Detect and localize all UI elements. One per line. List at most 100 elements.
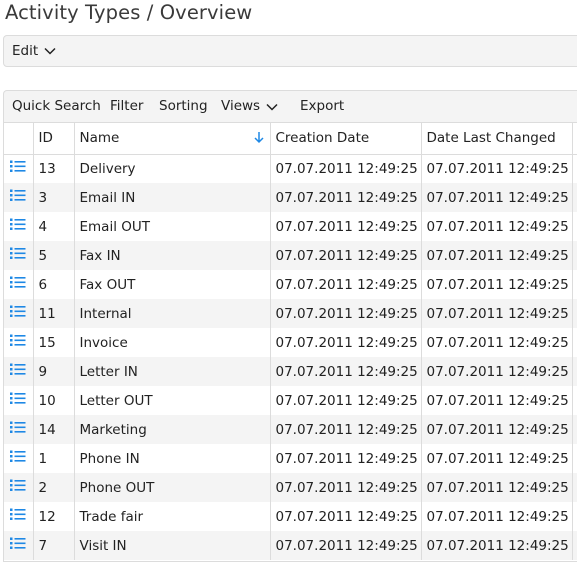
cell-id: 9: [33, 357, 75, 386]
page-title: Activity Types / Overview: [5, 1, 253, 24]
cell-creation-date: 07.07.2011 12:49:25: [270, 386, 422, 415]
activity-types-grid: ID Name Creation Date Date Last Changed …: [3, 122, 577, 562]
list-details-icon[interactable]: [10, 450, 26, 467]
table-row[interactable]: 6 Fax OUT 07.07.2011 12:49:25 07.07.2011 12…: [4, 270, 577, 299]
row-icon-header: [4, 123, 34, 155]
table-row[interactable]: 2 Phone OUT 07.07.2011 12:49:25 07.07.2011 …: [4, 473, 577, 502]
row-details-cell: [4, 270, 34, 299]
cell-date-last-changed: 07.07.2011 12:49:25: [421, 299, 573, 328]
cell-date-last-changed: 07.07.2011 12:49:25: [421, 183, 573, 212]
column-header-id[interactable]: ID: [33, 123, 75, 155]
cell-name: Letter OUT: [74, 386, 271, 415]
list-details-icon[interactable]: [10, 276, 26, 293]
table-row[interactable]: 12 Trade fair 07.07.2011 12:49:25 07.07.201…: [4, 502, 577, 531]
table-row[interactable]: 10 Letter OUT 07.07.2011 12:49:25 07.07.201…: [4, 386, 577, 415]
cell-filler: [572, 473, 577, 502]
cell-name: Email OUT: [74, 212, 271, 241]
cell-name: Internal: [74, 299, 271, 328]
cell-date-last-changed: 07.07.2011 12:49:25: [421, 415, 573, 444]
list-details-icon[interactable]: [10, 305, 26, 322]
column-header-date-last-changed[interactable]: Date Last Changed: [421, 123, 573, 155]
row-details-cell: [4, 386, 34, 415]
table-row[interactable]: 7 Visit IN 07.07.2011 12:49:25 07.07.2011 1…: [4, 531, 577, 560]
filter-button[interactable]: Filter: [110, 91, 143, 122]
table-row[interactable]: 1 Phone IN 07.07.2011 12:49:25 07.07.2011 1…: [4, 444, 577, 473]
views-label: Views: [221, 98, 261, 114]
quick-search-button[interactable]: Quick Search: [12, 91, 101, 122]
list-details-icon[interactable]: [10, 508, 26, 525]
cell-date-last-changed: 07.07.2011 12:49:25: [421, 357, 573, 386]
list-details-icon[interactable]: [10, 537, 26, 554]
list-details-icon[interactable]: [10, 247, 26, 264]
cell-name: Visit IN: [74, 531, 271, 560]
table-row[interactable]: 14 Marketing 07.07.2011 12:49:25 07.07.2011…: [4, 415, 577, 444]
list-details-icon[interactable]: [10, 189, 26, 206]
cell-name: Phone OUT: [74, 473, 271, 502]
list-details-icon[interactable]: [10, 363, 26, 380]
list-details-icon[interactable]: [10, 479, 26, 496]
list-details-icon[interactable]: [10, 421, 26, 438]
chevron-down-icon: [266, 103, 278, 111]
row-details-cell: [4, 299, 34, 328]
column-header-name-label: Name: [79, 130, 120, 147]
table-row[interactable]: 5 Fax IN 07.07.2011 12:49:25 07.07.2011 12:…: [4, 241, 577, 270]
row-details-cell: [4, 444, 34, 473]
cell-filler: [572, 299, 577, 328]
cell-creation-date: 07.07.2011 12:49:25: [270, 473, 422, 502]
cell-creation-date: 07.07.2011 12:49:25: [270, 502, 422, 531]
cell-creation-date: 07.07.2011 12:49:25: [270, 415, 422, 444]
cell-name: Trade fair: [74, 502, 271, 531]
cell-id: 4: [33, 212, 75, 241]
cell-id: 11: [33, 299, 75, 328]
cell-name: Fax IN: [74, 241, 271, 270]
export-button[interactable]: Export: [300, 91, 344, 122]
cell-name: Phone IN: [74, 444, 271, 473]
edit-menu-button[interactable]: Edit: [12, 36, 56, 66]
list-details-icon[interactable]: [10, 334, 26, 351]
cell-creation-date: 07.07.2011 12:49:25: [270, 299, 422, 328]
cell-date-last-changed: 07.07.2011 12:49:25: [421, 386, 573, 415]
table-row[interactable]: 9 Letter IN 07.07.2011 12:49:25 07.07.2011 …: [4, 357, 577, 386]
cell-filler: [572, 415, 577, 444]
cell-creation-date: 07.07.2011 12:49:25: [270, 154, 422, 183]
edit-bar: Edit: [3, 35, 577, 67]
sorting-label: Sorting: [159, 98, 208, 114]
table-row[interactable]: 15 Invoice 07.07.2011 12:49:25 07.07.2011 1…: [4, 328, 577, 357]
cell-id: 7: [33, 531, 75, 560]
sorting-button[interactable]: Sorting: [159, 91, 208, 122]
table-row[interactable]: 11 Internal 07.07.2011 12:49:25 07.07.2011 …: [4, 299, 577, 328]
cell-date-last-changed: 07.07.2011 12:49:25: [421, 270, 573, 299]
quick-search-label: Quick Search: [12, 98, 101, 114]
cell-id: 6: [33, 270, 75, 299]
cell-filler: [572, 270, 577, 299]
table-header-row: ID Name Creation Date Date Last Changed: [4, 123, 577, 155]
grid-toolbar: Quick Search Filter Sorting Views Export: [3, 90, 577, 122]
table-row[interactable]: 3 Email IN 07.07.2011 12:49:25 07.07.2011 1…: [4, 183, 577, 212]
column-header-name[interactable]: Name: [74, 123, 271, 155]
cell-creation-date: 07.07.2011 12:49:25: [270, 212, 422, 241]
cell-name: Fax OUT: [74, 270, 271, 299]
row-details-cell: [4, 357, 34, 386]
table-row[interactable]: 13 Delivery 07.07.2011 12:49:25 07.07.2011 …: [4, 154, 577, 183]
list-details-icon[interactable]: [10, 218, 26, 235]
cell-date-last-changed: 07.07.2011 12:49:25: [421, 444, 573, 473]
column-header-creation-date[interactable]: Creation Date: [270, 123, 422, 155]
table-row[interactable]: 4 Email OUT 07.07.2011 12:49:25 07.07.2011 …: [4, 212, 577, 241]
cell-id: 15: [33, 328, 75, 357]
arrow-down-icon: [253, 132, 264, 144]
row-details-cell: [4, 154, 34, 183]
cell-creation-date: 07.07.2011 12:49:25: [270, 531, 422, 560]
cell-creation-date: 07.07.2011 12:49:25: [270, 444, 422, 473]
cell-creation-date: 07.07.2011 12:49:25: [270, 183, 422, 212]
cell-id: 3: [33, 183, 75, 212]
cell-filler: [572, 328, 577, 357]
cell-creation-date: 07.07.2011 12:49:25: [270, 328, 422, 357]
list-details-icon[interactable]: [10, 160, 26, 177]
activity-types-table: ID Name Creation Date Date Last Changed …: [4, 123, 577, 560]
row-details-cell: [4, 183, 34, 212]
filter-label: Filter: [110, 98, 144, 114]
views-menu-button[interactable]: Views: [221, 91, 278, 122]
cell-creation-date: 07.07.2011 12:49:25: [270, 241, 422, 270]
list-details-icon[interactable]: [10, 392, 26, 409]
row-details-cell: [4, 328, 34, 357]
